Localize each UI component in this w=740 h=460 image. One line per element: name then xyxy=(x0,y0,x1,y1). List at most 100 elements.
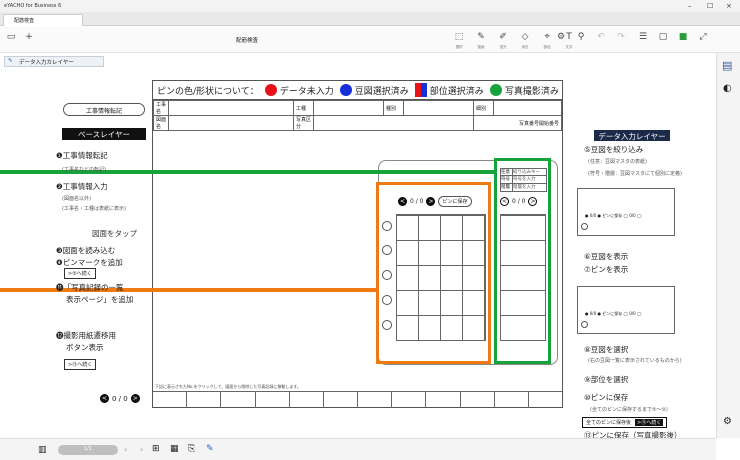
record-cell[interactable] xyxy=(461,392,495,408)
color-icon[interactable]: ■ xyxy=(676,32,690,42)
record-cell[interactable] xyxy=(495,392,529,408)
record-cell[interactable] xyxy=(392,392,427,408)
cell-value[interactable] xyxy=(168,115,294,131)
pen-icon[interactable]: ✎ xyxy=(474,32,488,42)
continue-to-5-link[interactable]: >⑤へ続く xyxy=(64,268,96,279)
cell-value[interactable] xyxy=(313,115,474,131)
pin-data-grid[interactable] xyxy=(396,214,486,341)
settings-gear-icon[interactable]: ⚙ xyxy=(723,416,732,427)
save-all-label: 全てのピンに保存後 xyxy=(586,420,632,426)
record-cell[interactable] xyxy=(324,392,359,408)
pin-legend: ピンの色/形状について： データ未入力 豆図選択済み 部位選択済み 写真撮影済み xyxy=(153,81,562,100)
step-4: ❹ピンマークを追加 xyxy=(56,258,123,267)
close-button[interactable]: × xyxy=(726,2,732,10)
cell-value[interactable] xyxy=(168,100,294,116)
next-diagram-button[interactable]: > xyxy=(528,197,538,206)
record-cell[interactable] xyxy=(290,392,324,408)
fullscreen-icon[interactable]: ⤢ xyxy=(696,32,710,42)
cell-label: 写真区分 xyxy=(293,115,314,131)
cell-label: 図面名 xyxy=(153,115,169,131)
continue-to-13-link[interactable]: >⑬へ続く xyxy=(64,359,97,370)
page-indicator[interactable]: 1/1 xyxy=(58,445,118,455)
step-12-cont: ボタン表示 xyxy=(66,343,104,352)
step-12: ⓬撮影用紙遷移用 xyxy=(56,331,116,340)
pin-count: 0 / 0 xyxy=(410,198,424,205)
split-pin-icon xyxy=(414,83,427,97)
document-title: 配筋検査 xyxy=(236,38,259,44)
tab-bar: 配筋検査 xyxy=(0,12,740,26)
step-2: ❷工事情報入力 xyxy=(56,182,108,191)
cell-label: 細別 xyxy=(473,100,494,116)
pin-circle[interactable] xyxy=(382,245,392,255)
select-icon[interactable]: ⬚ xyxy=(452,32,466,42)
window-icon[interactable]: ▢ xyxy=(656,32,670,42)
tab-document[interactable]: 配筋検査 xyxy=(3,14,83,26)
step-1-sub: (工事名などの転記) xyxy=(62,167,106,173)
prev-pin-button[interactable]: < xyxy=(398,197,407,206)
toggle-icon[interactable]: ◐ xyxy=(723,83,732,94)
cell-value[interactable] xyxy=(313,100,384,116)
menu-icon[interactable]: ☰ xyxy=(636,32,650,42)
cell-value[interactable] xyxy=(493,100,562,116)
record-count: 0 / 0 xyxy=(112,394,128,403)
window-title-bar: eYACHO for Business 6 – ☐ × xyxy=(0,0,740,12)
diagram-list[interactable] xyxy=(500,214,546,341)
grid-icon[interactable]: ▦ xyxy=(170,444,179,454)
prev-record-button[interactable]: < xyxy=(100,394,109,403)
redo-icon[interactable]: ↷ xyxy=(614,32,628,42)
record-cell[interactable] xyxy=(153,392,188,408)
add-icon[interactable]: + xyxy=(22,32,36,42)
pin-circle[interactable] xyxy=(382,295,392,305)
eraser-icon[interactable]: ◇ xyxy=(518,32,532,42)
prev-page-icon[interactable]: ‹ xyxy=(124,445,127,454)
prev-diagram-button[interactable]: < xyxy=(500,197,509,206)
tool-label: 蛍光 xyxy=(499,45,507,49)
save-pin-button[interactable]: ピンに保存 xyxy=(438,196,472,207)
green-pin-icon xyxy=(489,84,502,96)
tool-label: 描画 xyxy=(477,45,485,49)
minimize-button[interactable]: – xyxy=(688,2,692,10)
folder-icon[interactable]: ▭ xyxy=(4,32,18,42)
cell-value[interactable] xyxy=(403,100,474,116)
symbol-input[interactable]: 符号を入力 xyxy=(513,176,536,183)
mini-preview-2: ● 0/0 ● ピンに保存 ◯ 0/0 ◯ xyxy=(577,286,675,334)
data-input-layer-button[interactable]: ✎ データ入力カレイヤー xyxy=(4,56,104,67)
continue-to-11-link[interactable]: >⑪へ続く xyxy=(635,419,664,426)
step-5-sub: (任意：豆図マスタの表紙) xyxy=(588,159,647,165)
add-page-icon[interactable]: ⊞ xyxy=(152,444,160,454)
record-cell[interactable] xyxy=(529,392,562,408)
toolbar: ▭ + 配筋検査 ⬚ 選択 ✎ 描画 ✐ 蛍光 ◇ 消去 ⌖ 部品 T 文字 ⚙ ⚲ ↶ ↷ ☰ ▢ … xyxy=(0,27,740,53)
step-8: ⑧豆図を選択 xyxy=(584,345,629,354)
settings-icon[interactable]: ⚙ xyxy=(554,32,568,42)
step-5-sub: (符号・階層：豆図マスタにて個別に定義) xyxy=(588,171,682,177)
step-5: ⑤豆図を絞り込み xyxy=(584,145,644,154)
book-icon[interactable]: ▥ xyxy=(38,445,47,455)
right-side-pane: ▤ ◐ ⚙ xyxy=(716,53,740,438)
pin-circle[interactable] xyxy=(382,320,392,330)
next-page-icon[interactable]: › xyxy=(140,445,143,454)
record-cell[interactable] xyxy=(256,392,290,408)
pen-icon[interactable]: ✎ xyxy=(206,444,214,454)
next-pin-button[interactable]: > xyxy=(426,197,436,206)
maximize-button[interactable]: ☐ xyxy=(707,2,713,10)
tool-label: 文字 xyxy=(565,45,573,49)
floor-input[interactable]: 階層を入力 xyxy=(513,184,536,191)
record-cell[interactable] xyxy=(187,392,222,408)
record-cell[interactable] xyxy=(426,392,461,408)
layer-panel-icon[interactable]: ▤ xyxy=(722,59,732,72)
undo-icon[interactable]: ↶ xyxy=(594,32,608,42)
record-cell[interactable] xyxy=(221,392,256,408)
legend-title: ピンの色/形状について： xyxy=(157,86,259,97)
mic-icon[interactable]: ⚲ xyxy=(574,32,588,42)
pin-circle[interactable] xyxy=(382,221,392,231)
marker-icon[interactable]: ✐ xyxy=(496,32,510,42)
pin-circle[interactable] xyxy=(382,270,392,280)
copy-icon[interactable]: ⎘ xyxy=(188,444,195,454)
next-record-button[interactable]: > xyxy=(130,394,140,403)
filter-key-input[interactable]: 絞り込みキー xyxy=(513,169,540,175)
record-cell[interactable] xyxy=(358,392,393,408)
form-note: 下記に表示されたNo.をクリックして、図面から削除した写真記録に移動します。 xyxy=(155,384,301,389)
tool-label: 消去 xyxy=(521,45,529,49)
pin-icon[interactable]: ⌖ xyxy=(540,32,554,42)
step-2-sub: (図面名以外) xyxy=(62,196,91,202)
